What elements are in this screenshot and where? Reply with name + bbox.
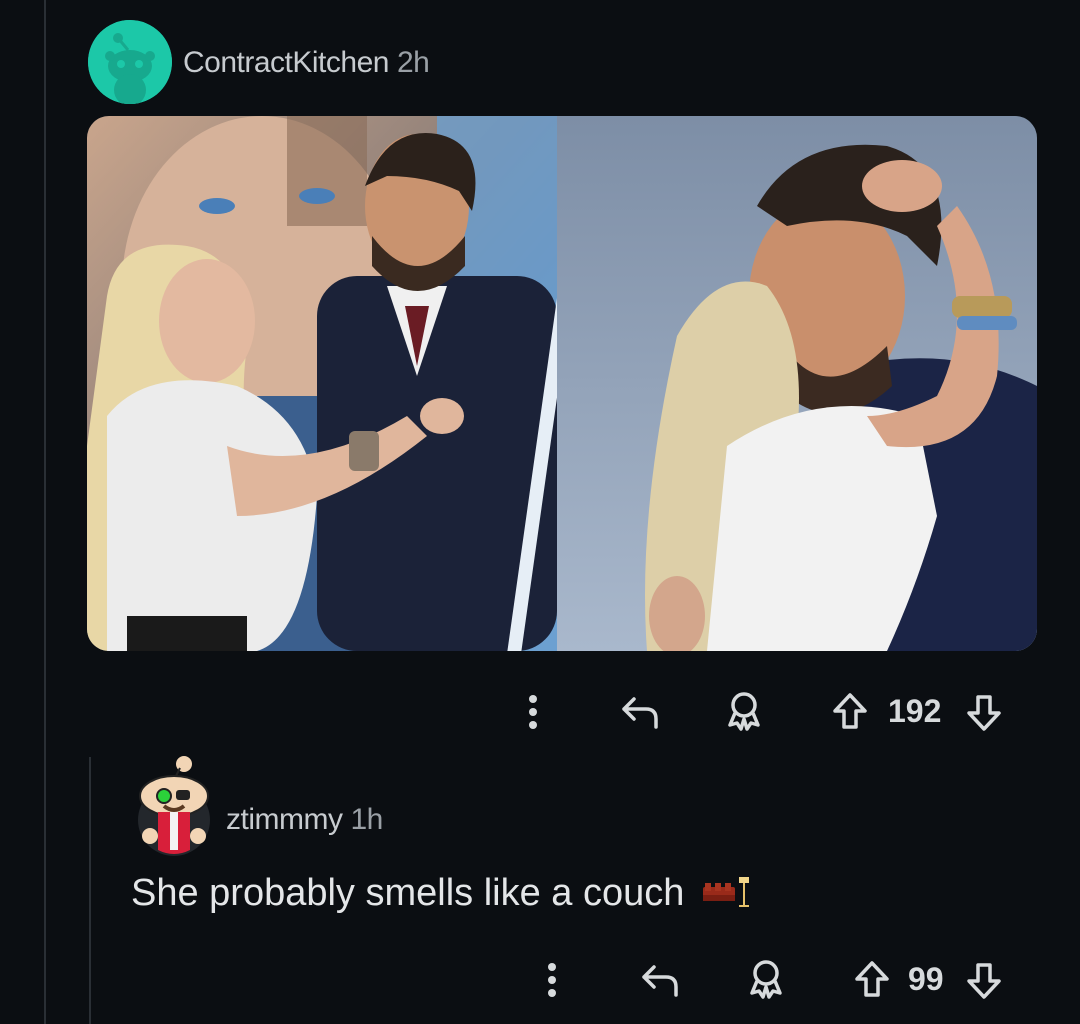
- reply-award-button[interactable]: [744, 956, 788, 1002]
- post-reply-button[interactable]: [618, 690, 662, 734]
- reply-downvote-button[interactable]: [962, 959, 1006, 1003]
- snoo-pirate-avatar-icon: [138, 756, 210, 856]
- snoo-avatar-icon: [88, 20, 172, 104]
- reply-score: 99: [908, 961, 944, 997]
- reply-author-name[interactable]: ztimmmy: [226, 803, 343, 836]
- reply-reply-button[interactable]: [638, 958, 682, 1002]
- post-downvote-button[interactable]: [962, 691, 1006, 735]
- post-author-line: ContractKitchen 2h: [183, 46, 430, 80]
- thread-line-outer: [44, 0, 46, 1024]
- thread-line-reply: [89, 757, 91, 1024]
- post-upvote-button[interactable]: [828, 689, 872, 733]
- photo-panel-right: [557, 116, 1037, 651]
- post-timestamp: 2h: [396, 46, 430, 79]
- reply-upvote-button[interactable]: [850, 957, 894, 1001]
- reply-author-line: ztimmmy 1h: [226, 803, 383, 837]
- award-icon: [728, 692, 760, 731]
- post-more-button[interactable]: [518, 690, 548, 734]
- reply-author-avatar[interactable]: [136, 754, 212, 858]
- photo-panel-left: [87, 116, 567, 651]
- upvote-icon: [833, 693, 867, 729]
- post-image[interactable]: [87, 116, 1037, 651]
- reply-icon: [642, 965, 678, 997]
- reply-timestamp: 1h: [350, 803, 383, 836]
- more-vertical-icon: [529, 695, 537, 729]
- downvote-icon: [967, 963, 1001, 999]
- award-icon: [750, 960, 782, 999]
- reply-body-text: She probably smells like a couch: [131, 872, 685, 914]
- couch-emoji-icon: [701, 875, 753, 909]
- post-award-button[interactable]: [722, 688, 766, 734]
- downvote-icon: [967, 695, 1001, 731]
- post-score: 192: [888, 693, 942, 729]
- reply-body: She probably smells like a couch: [131, 872, 753, 915]
- post-author-avatar[interactable]: [88, 20, 172, 104]
- post-author-name[interactable]: ContractKitchen: [183, 46, 389, 79]
- reply-more-button[interactable]: [537, 958, 567, 1002]
- upvote-icon: [855, 961, 889, 997]
- more-vertical-icon: [548, 963, 556, 997]
- reply-icon: [622, 697, 658, 729]
